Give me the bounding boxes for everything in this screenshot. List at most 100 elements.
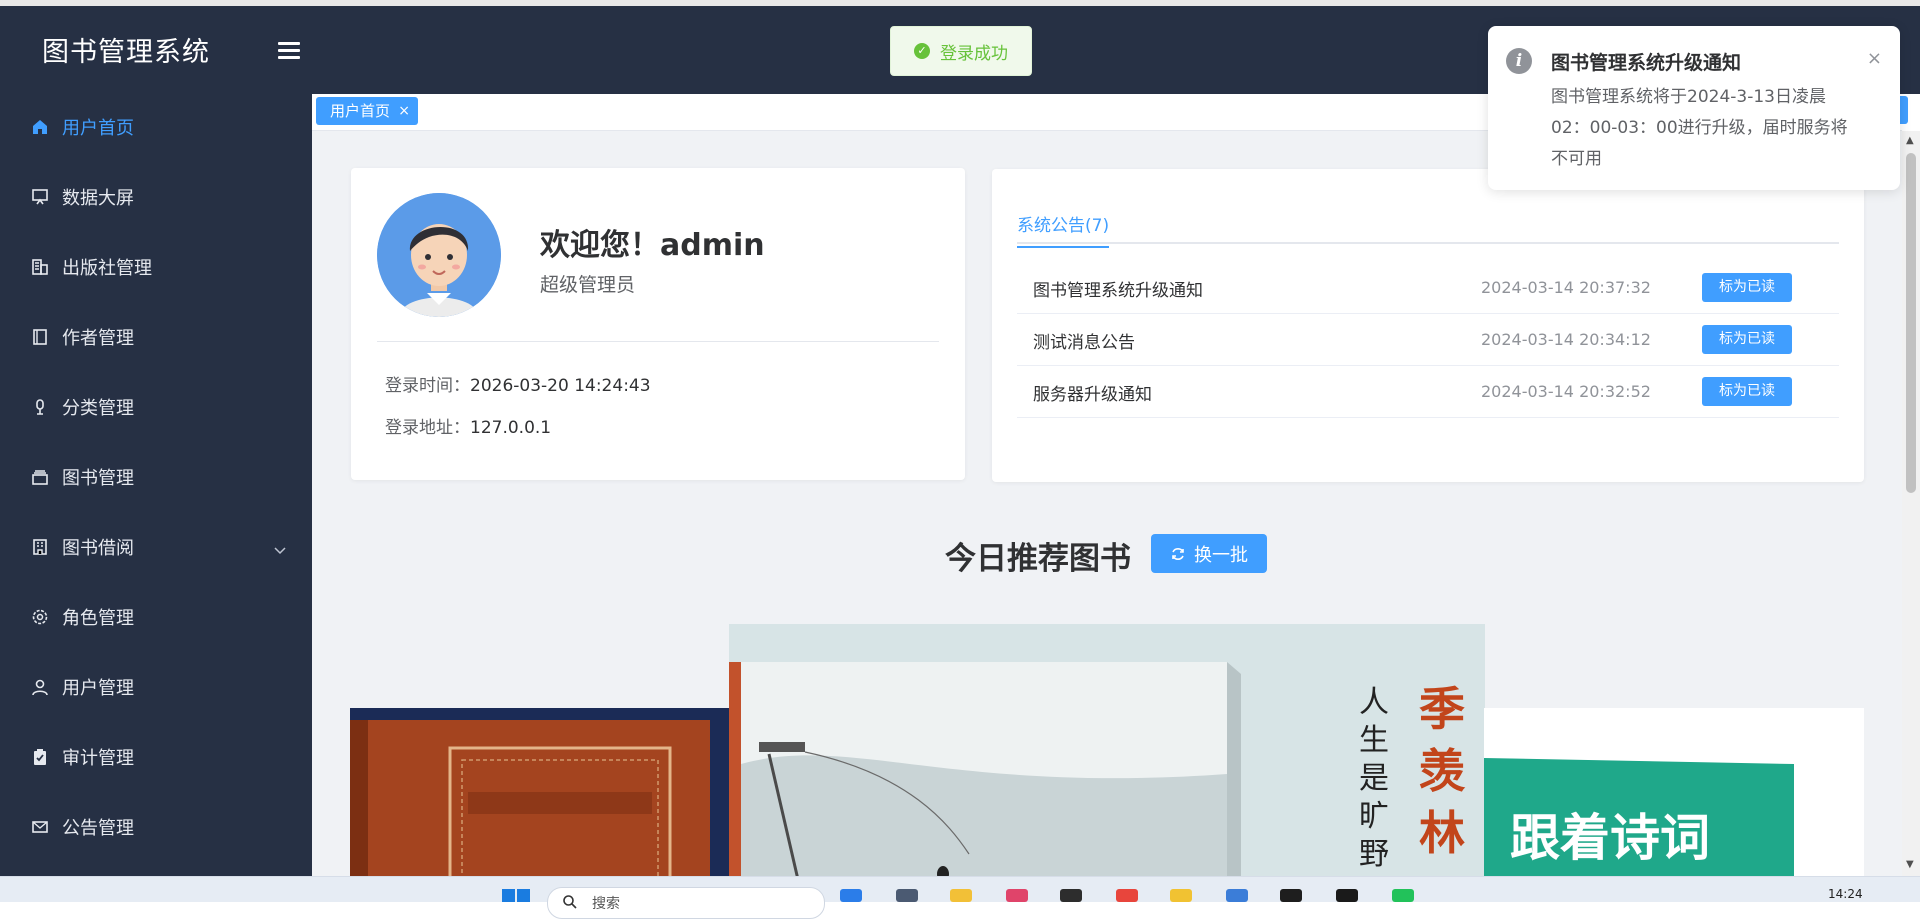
login-addr-value: 127.0.0.1 xyxy=(470,418,552,438)
browser-icon[interactable] xyxy=(1116,889,1138,902)
monitor-icon xyxy=(30,187,50,207)
scroll-down-icon[interactable]: ▼ xyxy=(1906,859,1914,870)
notification-title: 图书管理系统升级通知 xyxy=(1551,52,1742,74)
divider xyxy=(377,341,939,342)
taskbar-app-icon[interactable] xyxy=(896,889,918,902)
login-time-value: 2026-03-20 14:24:43 xyxy=(470,376,651,396)
sidebar-item-label: 审计管理 xyxy=(62,748,134,769)
close-icon[interactable]: × xyxy=(398,97,410,125)
recommend-title: 今日推荐图书 xyxy=(945,541,1131,577)
header-action-edge[interactable] xyxy=(1900,96,1908,124)
gear-icon xyxy=(30,607,50,627)
notice-card: 系统公告(7) 图书管理系统升级通知 2024-03-14 20:37:32 标… xyxy=(992,169,1864,482)
book-cover-left[interactable] xyxy=(350,708,730,876)
mark-read-button[interactable]: 标为已读 xyxy=(1702,325,1792,354)
login-addr-row: 登录地址：127.0.0.1 xyxy=(385,413,551,438)
notice-title[interactable]: 服务器升级通知 xyxy=(1033,380,1152,405)
scroll-thumb[interactable] xyxy=(1906,153,1916,493)
user-role: 超级管理员 xyxy=(540,274,636,296)
folder-icon[interactable] xyxy=(950,889,972,902)
check-circle-icon: ✓ xyxy=(914,43,930,59)
sidebar: 图书管理系统 用户首页 数据大屏 出版社管理 作者管理 分类管理 图书管理 图书… xyxy=(0,6,312,876)
sidebar-item-user[interactable]: 用户管理 xyxy=(0,652,312,722)
terminal-icon[interactable] xyxy=(1060,889,1082,902)
notice-title[interactable]: 测试消息公告 xyxy=(1033,328,1135,353)
login-addr-label: 登录地址： xyxy=(385,418,470,438)
os-taskbar: 搜索 14:24 xyxy=(0,876,1920,919)
menu-toggle-icon[interactable] xyxy=(278,42,300,62)
sidebar-item-home[interactable]: 用户首页 xyxy=(0,92,312,162)
tab-label: 用户首页 xyxy=(330,102,391,120)
sidebar-item-label: 用户首页 xyxy=(62,118,134,139)
taskbar-app-icon[interactable] xyxy=(1280,889,1302,902)
login-time-row: 登录时间：2026-03-20 14:24:43 xyxy=(385,371,651,396)
book-cover-right-title: 跟着诗词 xyxy=(1510,808,1710,867)
user-icon xyxy=(30,677,50,697)
search-icon xyxy=(563,895,577,909)
refresh-batch-button[interactable]: 换一批 xyxy=(1151,534,1267,573)
tab-home[interactable]: 用户首页 × xyxy=(316,97,419,125)
sidebar-item-label: 图书借阅 xyxy=(62,538,134,559)
notice-row: 服务器升级通知 2024-03-14 20:32:52 标为已读 xyxy=(1017,365,1839,418)
notification-popup: i 图书管理系统升级通知 × 图书管理系统将于2024-3-13日凌晨02：00… xyxy=(1488,26,1900,190)
book-cover-center[interactable]: 人生是旷野 季羡林 xyxy=(729,624,1485,876)
sidebar-item-label: 图书管理 xyxy=(62,468,134,489)
notice-row: 图书管理系统升级通知 2024-03-14 20:37:32 标为已读 xyxy=(1017,261,1839,314)
notification-body: 图书管理系统将于2024-3-13日凌晨02：00-03：00进行升级，届时服务… xyxy=(1551,87,1848,169)
microphone-icon xyxy=(30,397,50,417)
notice-row: 测试消息公告 2024-03-14 20:34:12 标为已读 xyxy=(1017,313,1839,366)
windows-start-icon[interactable] xyxy=(502,889,530,902)
sidebar-item-notice[interactable]: 公告管理 xyxy=(0,792,312,862)
notebook-icon xyxy=(30,327,50,347)
mail-icon xyxy=(30,817,50,837)
book-cover-right[interactable]: 跟着诗词 xyxy=(1484,708,1864,876)
tab-underline xyxy=(1017,242,1839,244)
sidebar-item-audit[interactable]: 审计管理 xyxy=(0,722,312,792)
sidebar-item-label: 公告管理 xyxy=(62,818,134,839)
notice-time: 2024-03-14 20:32:52 xyxy=(1481,382,1651,401)
sidebar-item-label: 角色管理 xyxy=(62,608,134,629)
taskbar-app-icon[interactable] xyxy=(1336,889,1358,902)
sidebar-item-dashboard[interactable]: 数据大屏 xyxy=(0,162,312,232)
sidebar-item-label: 数据大屏 xyxy=(62,188,134,209)
taskbar-app-icon[interactable] xyxy=(1006,889,1028,902)
scrollbar[interactable]: ▲ ▼ xyxy=(1902,131,1920,876)
taskbar-app-icon[interactable] xyxy=(1170,889,1192,902)
stack-icon xyxy=(30,467,50,487)
book-cover-author: 季羡林 xyxy=(1419,682,1465,860)
chat-icon[interactable] xyxy=(1392,889,1414,902)
book-cover-vertical-title: 人生是旷野 xyxy=(1359,685,1389,872)
mark-read-button[interactable]: 标为已读 xyxy=(1702,273,1792,302)
sidebar-item-books[interactable]: 图书管理 xyxy=(0,442,312,512)
mark-read-button[interactable]: 标为已读 xyxy=(1702,377,1792,406)
success-toast: ✓ 登录成功 xyxy=(890,26,1032,76)
clipboard-icon xyxy=(30,747,50,767)
sidebar-item-label: 出版社管理 xyxy=(62,258,152,279)
sidebar-item-category[interactable]: 分类管理 xyxy=(0,372,312,442)
info-icon: i xyxy=(1506,48,1532,74)
welcome-text: 欢迎您！admin xyxy=(540,228,765,263)
avatar xyxy=(377,193,501,317)
sidebar-item-author[interactable]: 作者管理 xyxy=(0,302,312,372)
search-placeholder: 搜索 xyxy=(592,896,620,912)
taskbar-app-icon[interactable] xyxy=(840,889,862,902)
refresh-icon xyxy=(1172,547,1184,560)
chevron-down-icon xyxy=(274,539,286,560)
sidebar-item-publisher[interactable]: 出版社管理 xyxy=(0,232,312,302)
sidebar-item-borrow[interactable]: 图书借阅 xyxy=(0,512,312,582)
sidebar-item-role[interactable]: 角色管理 xyxy=(0,582,312,652)
main-content: 欢迎您！admin 超级管理员 登录时间：2026-03-20 14:24:43… xyxy=(312,131,1902,876)
clock: 14:24 xyxy=(1828,887,1863,901)
refresh-label: 换一批 xyxy=(1194,544,1248,566)
close-icon[interactable]: × xyxy=(1867,48,1882,69)
taskbar-search-input[interactable]: 搜索 xyxy=(547,887,825,919)
notice-time: 2024-03-14 20:37:32 xyxy=(1481,278,1651,297)
login-time-label: 登录时间： xyxy=(385,376,470,396)
sidebar-menu: 用户首页 数据大屏 出版社管理 作者管理 分类管理 图书管理 图书借阅 角色管理… xyxy=(0,92,312,862)
app-title: 图书管理系统 xyxy=(42,36,210,68)
sidebar-item-label: 作者管理 xyxy=(62,328,134,349)
scroll-up-icon[interactable]: ▲ xyxy=(1906,135,1914,146)
building-icon xyxy=(30,257,50,277)
notice-title[interactable]: 图书管理系统升级通知 xyxy=(1033,276,1203,301)
taskbar-app-icon[interactable] xyxy=(1226,889,1248,902)
